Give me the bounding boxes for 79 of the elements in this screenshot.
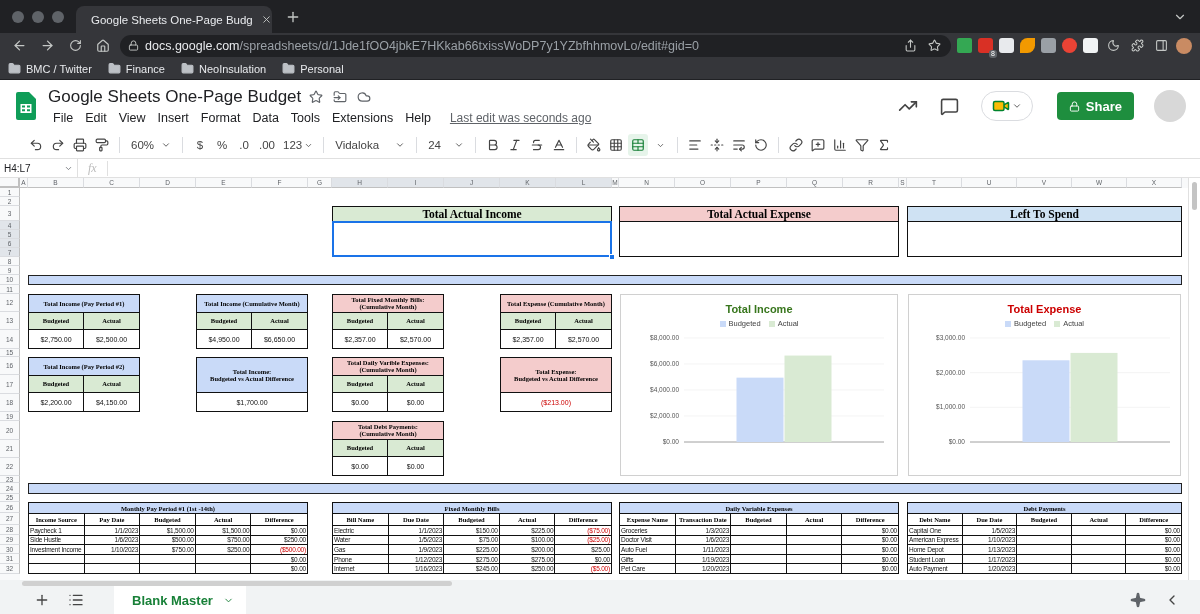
window-close-button[interactable] [12,10,24,23]
table-cell [731,526,787,536]
folder-icon [8,62,21,75]
table-cell [731,545,787,555]
legend-swatch [1054,320,1061,327]
font-size-dropdown[interactable]: 24 [424,134,469,156]
table-cell [1071,545,1127,555]
table-cell [786,526,843,536]
scrollbar-thumb[interactable] [1192,182,1197,210]
table-cell [731,554,787,565]
merge-cells-icon[interactable] [628,134,649,156]
table-cell [1017,554,1072,565]
menu-item[interactable]: Insert [152,109,194,126]
zoom-dropdown[interactable]: 60% [127,134,175,156]
table-cell [1071,526,1127,536]
table-cell [84,554,141,565]
chart-title: Total Income [725,303,793,315]
last-edit-link[interactable]: Last edit was seconds ago [449,110,592,125]
bookmark-folder[interactable]: Finance [107,62,165,75]
extension-icon[interactable] [1020,38,1035,53]
address-bar[interactable]: docs.google.com/spreadsheets/d/1Jde1fOO4jbkE7HKkab66txissWoDP7y1YZbfhhmovLo/edit#gid=0 [120,34,951,57]
increase-decimal-button[interactable]: .00 [256,134,278,156]
bookmark-folder[interactable]: NeoInsulation [180,62,267,75]
menu-item[interactable]: File [48,109,79,126]
caret-icon [161,140,171,150]
lock-icon [1068,100,1080,112]
table-cell [1071,535,1127,546]
font-dropdown[interactable]: Vidaloka [331,134,410,156]
menu-item[interactable]: Help [400,109,436,126]
menu-item[interactable]: Data [247,109,284,126]
folder-icon [180,62,194,75]
chart-title: Total Expense [1007,303,1082,315]
scrollbar-thumb[interactable] [22,580,452,586]
caret-icon [1011,101,1022,111]
caret-icon [454,140,465,150]
table-cell [1017,535,1072,546]
table-cell [1017,545,1072,555]
legend-swatch [1005,320,1011,327]
menu-item[interactable]: Tools [285,109,326,126]
menu-item[interactable]: Format [195,109,246,126]
legend-swatch [719,320,726,327]
decrease-decimal-button[interactable]: .0 [234,134,254,156]
browser-tab[interactable]: Google Sheets One-Page Budg [76,6,272,33]
bookmark-folder[interactable]: BMC / Twitter [8,62,92,75]
name-box[interactable]: H4:L7 [0,159,78,177]
menu-item[interactable]: Extensions [327,109,399,126]
table-cell [140,554,196,565]
menu-item[interactable]: View [113,109,151,126]
sheets-logo [16,92,36,120]
fx-label: fx [78,160,108,176]
table-cell [786,545,843,555]
selected-cell-range[interactable] [332,221,612,257]
table-cell [786,535,843,546]
sheet-tab[interactable]: Blank Master [114,586,246,614]
selection-handle[interactable] [609,254,615,260]
puzzle-icon[interactable] [1128,36,1146,55]
menu-item[interactable]: Edit [80,109,112,126]
lock-icon [128,40,139,51]
profile-avatar[interactable] [1176,37,1192,54]
window-maximize-button[interactable] [52,10,64,23]
card-title: Left To Spend [908,207,1181,222]
table-cell [786,554,843,565]
table-cell [1071,554,1127,565]
share-button[interactable]: Share [1056,92,1134,120]
window-minimize-button[interactable] [32,10,44,23]
bookmark-folder[interactable]: Personal [282,62,344,75]
extension-icon[interactable] [1062,38,1077,53]
percent-button[interactable]: % [212,134,232,156]
currency-button[interactable]: $ [190,134,210,156]
document-title[interactable]: Google Sheets One-Page Budget [48,86,302,107]
number-format-dropdown[interactable]: 123 [280,134,317,156]
card-title: Total Actual Expense [620,207,898,222]
table-cell [731,535,787,546]
table-cell [1017,526,1072,536]
table-cell [195,554,252,565]
caret-icon [395,140,406,150]
folder-icon [107,62,121,75]
folder-icon [282,62,296,75]
legend-swatch [768,320,775,327]
